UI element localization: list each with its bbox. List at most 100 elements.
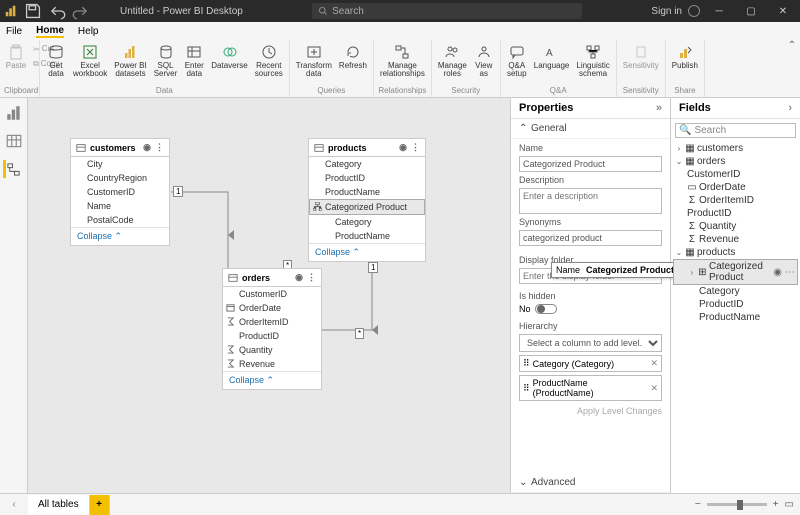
avatar-icon[interactable] [688, 5, 700, 17]
desc-input[interactable] [519, 188, 662, 214]
all-tables-tab[interactable]: All tables [28, 495, 90, 515]
field[interactable]: PostalCode [71, 213, 169, 227]
recent-sources-button[interactable]: Recent sources [253, 42, 285, 79]
field[interactable]: ProductName [309, 185, 425, 199]
field-node[interactable]: ▭OrderDate [673, 181, 798, 194]
transform-button[interactable]: Transform data [294, 42, 334, 79]
manage-rel-button[interactable]: Manage relationships [378, 42, 427, 79]
search-box[interactable]: Search [312, 3, 582, 19]
add-tab-button[interactable]: + [90, 495, 110, 515]
field[interactable]: OrderDate [223, 301, 321, 315]
hierarchy-field[interactable]: Categorized Product [309, 199, 425, 215]
paste-button[interactable]: Paste [4, 42, 28, 71]
table-node[interactable]: ⌄▦products [673, 246, 798, 259]
hier-select[interactable]: Select a column to add level... [519, 334, 662, 352]
collapse-link[interactable]: Collapse ⌃ [315, 247, 360, 257]
report-view-icon[interactable] [5, 104, 23, 122]
field[interactable]: CustomerID [223, 287, 321, 301]
field[interactable]: ProductID [309, 171, 425, 185]
section-general[interactable]: ⌃General [511, 119, 670, 139]
minimize-button[interactable]: ─ [706, 0, 732, 22]
collapse-ribbon-icon[interactable]: ⌃ [784, 40, 800, 97]
field[interactable]: Name [71, 199, 169, 213]
field-node[interactable]: ΣRevenue [673, 233, 798, 246]
table-products[interactable]: products◉⋮ Category ProductID ProductNam… [308, 138, 426, 262]
model-canvas[interactable]: 1 * 1 * customers◉⋮ City CountryRegion C… [28, 98, 510, 493]
sign-in-link[interactable]: Sign in [651, 6, 682, 17]
visible-icon[interactable]: ◉ [773, 267, 782, 278]
cut-button[interactable]: ✂Cut [31, 42, 55, 56]
qa-setup-button[interactable]: Q&A setup [505, 42, 529, 79]
redo-icon[interactable] [72, 2, 90, 20]
zoom-in-button[interactable]: + [773, 499, 779, 510]
manage-roles-button[interactable]: Manage roles [436, 42, 469, 79]
sql-button[interactable]: SQL Server [152, 42, 180, 79]
preview-icon[interactable]: ◉ [143, 142, 151, 153]
preview-icon[interactable]: ◉ [399, 142, 407, 153]
field-node[interactable]: ΣOrderItemID [673, 194, 798, 207]
collapse-link[interactable]: Collapse ⌃ [77, 231, 122, 241]
field[interactable]: CountryRegion [71, 171, 169, 185]
field-node[interactable]: ProductID [673, 207, 798, 220]
save-icon[interactable] [24, 2, 42, 20]
hidden-toggle[interactable]: No [519, 304, 662, 314]
maximize-button[interactable]: ▢ [738, 0, 764, 22]
fields-search[interactable]: 🔍Search [675, 123, 796, 138]
expand-panel-icon[interactable]: › [788, 102, 792, 114]
field[interactable]: OrderItemID [223, 315, 321, 329]
enter-data-button[interactable]: Enter data [182, 42, 206, 79]
hier-level[interactable]: ⠿Category (Category)✕ [519, 355, 662, 372]
name-input[interactable] [519, 156, 662, 172]
field-node[interactable]: ProductID [673, 298, 798, 311]
field-node[interactable]: ΣQuantity [673, 220, 798, 233]
undo-icon[interactable] [48, 2, 66, 20]
copy-button[interactable]: ⧉Copy [31, 57, 55, 71]
table-node[interactable]: ⌄▦orders [673, 155, 798, 168]
zoom-slider[interactable] [707, 503, 767, 506]
syn-input[interactable] [519, 230, 662, 246]
field[interactable]: Category [309, 157, 425, 171]
section-advanced[interactable]: ⌄Advanced [511, 473, 670, 493]
menu-home[interactable]: Home [36, 25, 64, 38]
refresh-button[interactable]: Refresh [337, 42, 369, 71]
field[interactable]: Revenue [223, 357, 321, 371]
more-icon[interactable]: ⋯ [785, 267, 795, 278]
more-icon[interactable]: ⋮ [155, 142, 164, 153]
field[interactable]: ProductID [223, 329, 321, 343]
drag-icon[interactable]: ⠿ [523, 358, 530, 369]
fit-page-icon[interactable]: ▭ [785, 499, 794, 510]
close-button[interactable]: ✕ [770, 0, 796, 22]
collapse-link[interactable]: Collapse ⌃ [229, 375, 274, 385]
field[interactable]: CustomerID [71, 185, 169, 199]
remove-icon[interactable]: ✕ [650, 383, 658, 394]
publish-button[interactable]: Publish [670, 42, 700, 71]
field[interactable]: Quantity [223, 343, 321, 357]
collapse-panel-icon[interactable]: » [656, 102, 662, 114]
pbi-datasets-button[interactable]: Power BI datasets [112, 42, 148, 79]
table-node[interactable]: ›▦customers [673, 142, 798, 155]
field-node[interactable]: Category [673, 285, 798, 298]
scroll-left-icon[interactable]: ‹ [0, 499, 28, 510]
sensitivity-button[interactable]: Sensitivity [621, 42, 661, 71]
hierarchy-level[interactable]: ProductName [309, 229, 425, 243]
hier-level[interactable]: ⠿ProductName (ProductName)✕ [519, 375, 662, 401]
zoom-out-button[interactable]: − [695, 499, 701, 510]
field-node[interactable]: CustomerID [673, 168, 798, 181]
table-customers[interactable]: customers◉⋮ City CountryRegion CustomerI… [70, 138, 170, 246]
model-view-icon[interactable] [3, 160, 21, 178]
field[interactable]: City [71, 157, 169, 171]
more-icon[interactable]: ⋮ [307, 272, 316, 283]
excel-button[interactable]: Excel workbook [71, 42, 109, 79]
view-as-button[interactable]: View as [472, 42, 496, 79]
menu-file[interactable]: File [6, 26, 22, 37]
remove-icon[interactable]: ✕ [650, 358, 658, 369]
table-orders[interactable]: orders◉⋮ CustomerID OrderDate OrderItemI… [222, 268, 322, 390]
preview-icon[interactable]: ◉ [295, 272, 303, 283]
drag-icon[interactable]: ⠿ [523, 383, 530, 394]
data-view-icon[interactable] [5, 132, 23, 150]
field-node[interactable]: ProductName [673, 311, 798, 324]
dataverse-button[interactable]: Dataverse [209, 42, 249, 71]
hierarchy-node[interactable]: ›⊞Categorized Product◉⋯ [673, 259, 798, 285]
hierarchy-level[interactable]: Category [309, 215, 425, 229]
schema-button[interactable]: Linguistic schema [574, 42, 611, 79]
